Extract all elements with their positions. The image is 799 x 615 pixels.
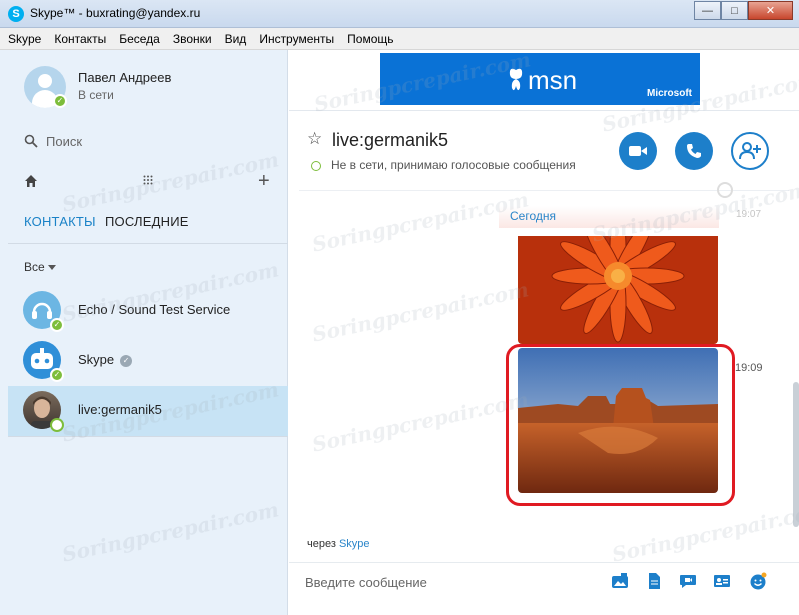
menu-tools[interactable]: Инструменты <box>259 32 334 46</box>
profile-status[interactable]: В сети <box>78 88 114 102</box>
contact-skype[interactable]: ✓ Skype ✓ <box>8 336 288 386</box>
header-divider <box>289 110 799 111</box>
day-label: Сегодня <box>510 209 556 223</box>
message-input[interactable] <box>305 572 585 592</box>
verified-icon: ✓ <box>120 354 133 367</box>
send-file-icon[interactable] <box>645 572 663 590</box>
menu-calls[interactable]: Звонки <box>173 32 212 46</box>
msn-logo: msn <box>528 65 578 95</box>
online-status-icon: ✓ <box>50 368 64 382</box>
menu-conversation[interactable]: Беседа <box>119 32 160 46</box>
conversation-panel: msn Microsoft ☆ live:germanik5 Не в сети… <box>289 50 799 615</box>
add-people-button[interactable] <box>731 132 769 170</box>
contact-germanik5[interactable]: live:germanik5 <box>8 386 288 436</box>
audio-call-button[interactable] <box>675 132 713 170</box>
contact-name: live:germanik5 <box>78 402 162 417</box>
offline-status-icon <box>50 418 64 432</box>
menu-help[interactable]: Помощь <box>347 32 393 46</box>
title-bar: S Skype™ - buxrating@yandex.ru — □ ✕ <box>0 0 799 28</box>
online-status-icon: ✓ <box>50 318 64 332</box>
contact-name-row: Skype ✓ <box>78 352 133 367</box>
tabs-divider <box>8 243 288 244</box>
window-title: Skype™ - buxrating@yandex.ru <box>30 6 201 20</box>
microsoft-label: Microsoft <box>647 88 692 99</box>
offline-ring-icon <box>311 160 321 171</box>
phone-icon <box>687 144 701 158</box>
add-person-icon <box>739 142 761 160</box>
presence-text: Не в сети, принимаю голосовые сообщения <box>331 158 576 172</box>
conversation-title[interactable]: live:germanik5 <box>332 130 448 151</box>
sidebar: ✓ Павел Андреев В сети + КОНТАКТЫ ПОСЛЕД… <box>0 50 288 615</box>
search-icon <box>24 134 38 148</box>
compose-divider <box>289 562 799 563</box>
via-prefix: через <box>307 538 336 550</box>
tab-contacts[interactable]: КОНТАКТЫ <box>24 214 96 229</box>
flower-photo <box>518 236 718 344</box>
home-icon[interactable] <box>24 174 38 188</box>
message-time: 19:07 <box>736 209 762 220</box>
menu-view[interactable]: Вид <box>225 32 247 46</box>
add-contact-plus-icon[interactable]: + <box>258 171 270 191</box>
list-divider <box>8 436 288 437</box>
profile-name[interactable]: Павел Андреев <box>78 70 171 85</box>
menu-bar: Skype Контакты Беседа Звонки Вид Инструм… <box>0 28 799 50</box>
menu-contacts[interactable]: Контакты <box>54 32 106 46</box>
online-status-icon: ✓ <box>53 94 67 108</box>
contacts-filter-dropdown[interactable]: Все <box>24 260 56 274</box>
via-skype-link[interactable]: Skype <box>339 538 370 550</box>
search-input[interactable] <box>46 132 266 150</box>
contact-name: Skype <box>78 352 115 367</box>
tab-recent[interactable]: ПОСЛЕДНИЕ <box>105 214 189 229</box>
video-message-icon[interactable] <box>679 572 697 590</box>
filter-label: Все <box>24 260 45 274</box>
video-call-button[interactable] <box>619 132 657 170</box>
emoticon-icon[interactable] <box>749 572 767 590</box>
msn-butterfly-icon <box>509 68 523 91</box>
contact-echo[interactable]: ✓ Echo / Sound Test Service <box>8 286 288 336</box>
message-time: 19:09 <box>735 362 763 374</box>
video-camera-icon <box>629 146 647 156</box>
maximize-button[interactable]: □ <box>721 1 748 20</box>
minimize-button[interactable]: — <box>694 1 721 20</box>
via-skype-note: через Skype <box>307 538 370 550</box>
dialpad-icon[interactable] <box>143 175 153 185</box>
favorite-star-icon[interactable]: ☆ <box>307 130 322 147</box>
header-separator <box>299 190 789 191</box>
send-photo-icon[interactable] <box>611 572 629 590</box>
image-message-flower[interactable] <box>518 236 718 344</box>
menu-skype[interactable]: Skype <box>8 32 41 46</box>
contact-name: Echo / Sound Test Service <box>78 302 231 317</box>
skype-app-icon: S <box>8 6 24 22</box>
chat-scrollbar[interactable] <box>793 382 799 527</box>
window-controls: — □ ✕ <box>694 1 793 20</box>
send-contacts-icon[interactable] <box>713 572 731 590</box>
selection-highlight <box>506 344 735 506</box>
msn-ad-banner[interactable]: msn Microsoft <box>380 53 700 105</box>
chevron-down-icon <box>47 265 56 271</box>
message-list[interactable]: Сегодня 19:07 19:09 <box>289 192 799 577</box>
presence-status: Не в сети, принимаю голосовые сообщения <box>311 158 576 172</box>
close-button[interactable]: ✕ <box>748 1 793 20</box>
